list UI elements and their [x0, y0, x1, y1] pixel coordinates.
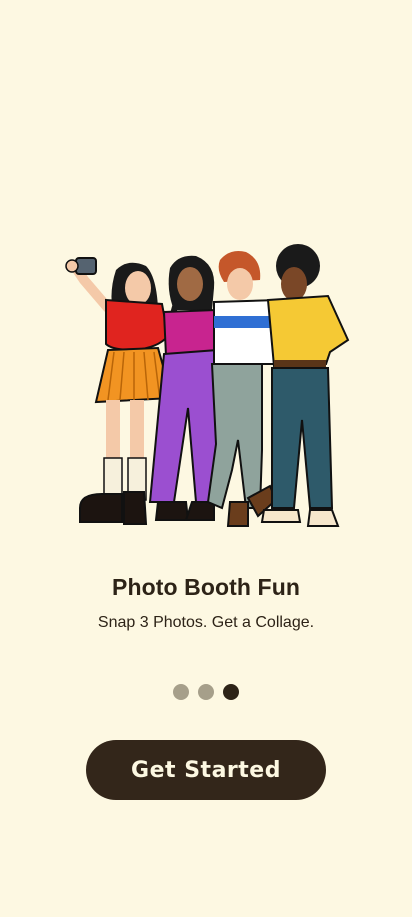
pagination-dot-3[interactable] [223, 684, 239, 700]
pagination-dots [0, 684, 412, 700]
person-yellow-shirt [260, 244, 350, 527]
get-started-button[interactable]: Get Started [86, 740, 326, 800]
page-subtitle: Snap 3 Photos. Get a Collage. [97, 614, 315, 631]
pagination-dot-2[interactable] [198, 684, 214, 700]
friends-selfie-illustration [65, 244, 350, 527]
page-title: Photo Booth Fun [112, 574, 300, 600]
phone-icon [75, 257, 97, 275]
pagination-dot-1[interactable] [173, 684, 189, 700]
